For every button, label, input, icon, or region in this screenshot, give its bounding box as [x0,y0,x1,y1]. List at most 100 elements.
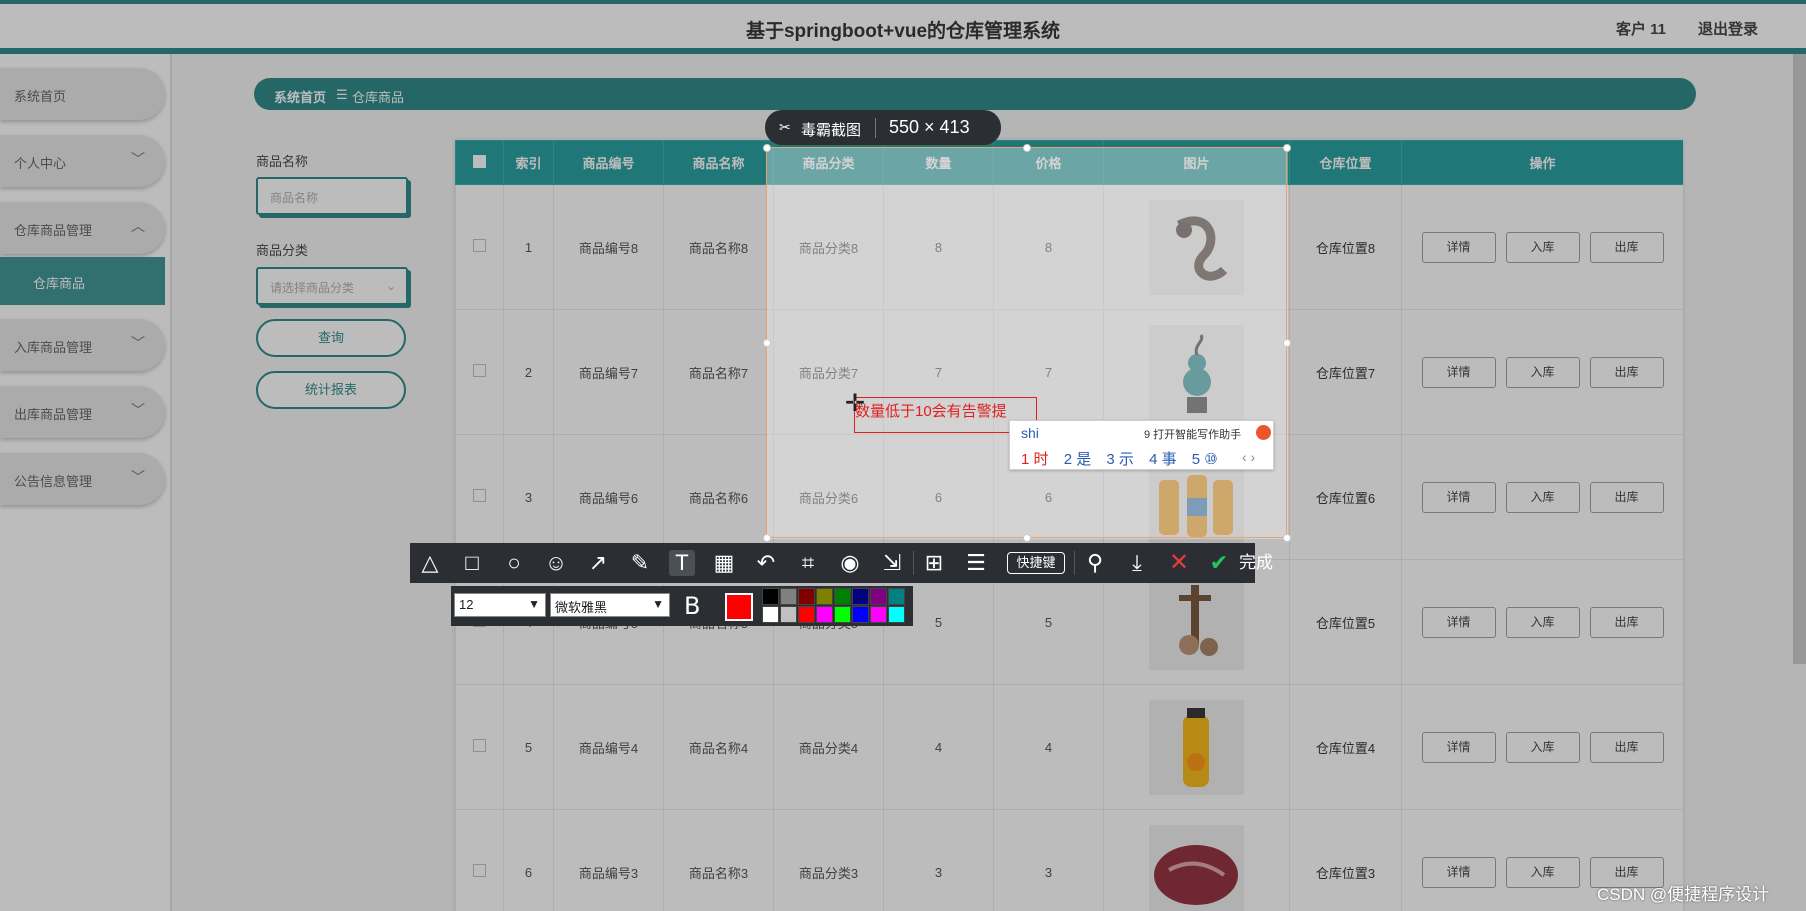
cancel-icon[interactable]: ✕ [1166,550,1192,576]
color-swatch[interactable] [816,606,833,623]
sidebar-item-home[interactable]: 系统首页 [0,68,165,120]
shape-tool-icon[interactable]: △ [417,550,443,576]
undo-icon[interactable]: ↶ [753,550,779,576]
actions-cell: 详情 入库 出库 [1401,684,1683,810]
breadcrumb-current: 仓库商品 [352,90,405,105]
ime-assistant-link[interactable]: 9 打开智能写作助手 [1144,426,1241,442]
color-swatch[interactable] [852,606,869,623]
outbound-button[interactable]: 出库 [1589,481,1664,513]
ime-candidate[interactable]: 2 是 [1064,451,1092,468]
product-image [1149,324,1244,420]
row-select-cell[interactable] [455,684,504,810]
row-select-cell[interactable] [455,184,504,310]
inbound-button[interactable]: 入库 [1505,481,1580,513]
confirm-check-icon[interactable]: ✔ [1206,550,1232,576]
add-capture-icon[interactable]: ⊞ [921,550,947,576]
outbound-button[interactable]: 出库 [1589,231,1664,263]
row-select-cell[interactable] [455,809,504,911]
outbound-button[interactable]: 出库 [1589,356,1664,388]
font-size-select[interactable]: 12 ▼ [454,593,546,617]
ocr-icon[interactable]: ⌗ [795,550,821,576]
breadcrumb-home[interactable]: 系统首页 [274,87,326,106]
color-swatch[interactable] [780,588,797,605]
ime-candidate[interactable]: 3 示 [1106,451,1134,468]
query-button[interactable]: 查询 [256,319,406,357]
row-checkbox[interactable] [473,489,486,502]
row-checkbox[interactable] [473,864,486,877]
name-filter-input[interactable]: 商品名称 [256,177,408,215]
mosaic-tool-icon[interactable]: ▦ [711,550,737,576]
color-swatch[interactable] [798,588,815,605]
inbound-button[interactable]: 入库 [1505,606,1580,638]
row-checkbox[interactable] [473,364,486,377]
row-checkbox[interactable] [473,239,486,252]
detail-button[interactable]: 详情 [1421,356,1496,388]
select-all-cell[interactable] [455,140,504,185]
row-checkbox[interactable] [473,739,486,752]
color-swatch[interactable] [780,606,797,623]
ellipse-tool-icon[interactable]: ○ [501,550,527,576]
scroll-capture-icon[interactable]: ⇲ [879,550,905,576]
row-select-cell[interactable] [455,309,504,435]
color-swatch[interactable] [852,588,869,605]
row-select-cell[interactable] [455,434,504,560]
ime-candidate[interactable]: 1 时 [1021,451,1049,468]
color-swatch[interactable] [834,606,851,623]
color-swatch[interactable] [762,588,779,605]
marker-tool-icon[interactable]: ✎ [627,550,653,576]
sidebar-item-notice[interactable]: 公告信息管理 ﹀ [0,453,165,505]
pin-icon[interactable]: ⚲ [1082,550,1108,576]
shortcut-button[interactable]: 快捷键 [1007,552,1065,574]
color-swatch[interactable] [834,588,851,605]
inbound-button[interactable]: 入库 [1505,731,1580,763]
outbound-button[interactable]: 出库 [1589,731,1664,763]
text-tool-icon[interactable]: T [669,550,695,576]
sidebar-item-warehouse-goods[interactable]: 仓库商品管理 ︿ [0,202,165,254]
color-swatch[interactable] [870,606,887,623]
color-swatch[interactable] [816,588,833,605]
color-swatch[interactable] [888,588,905,605]
outbound-button[interactable]: 出库 [1589,606,1664,638]
detail-button[interactable]: 详情 [1421,481,1496,513]
location-cell: 仓库位置3 [1289,809,1402,911]
select-all-checkbox[interactable] [473,154,486,168]
sidebar-item-personal[interactable]: 个人中心 ﹀ [0,135,165,187]
done-button[interactable]: 完成 [1236,550,1276,576]
font-family-select[interactable]: 微软雅黑 ▼ [550,593,670,617]
rectangle-tool-icon[interactable]: □ [459,550,485,576]
inbound-button[interactable]: 入库 [1505,856,1580,888]
inbound-button[interactable]: 入库 [1505,356,1580,388]
ime-candidate[interactable]: 4 事 [1149,451,1177,468]
emoji-tool-icon[interactable]: ☺ [543,550,569,576]
detail-button[interactable]: 详情 [1421,731,1496,763]
color-swatch[interactable] [888,606,905,623]
download-icon[interactable]: ⤓ [1124,550,1150,576]
name-cell: 商品名称6 [663,434,774,560]
ime-assistant-icon[interactable] [1256,425,1271,440]
logout-link[interactable]: 退出登录 [1698,18,1758,39]
detail-button[interactable]: 详情 [1421,231,1496,263]
report-button[interactable]: 统计报表 [256,371,406,409]
page-scrollbar[interactable] [1793,54,1806,664]
detail-button[interactable]: 详情 [1421,856,1496,888]
product-image [1149,699,1244,795]
inbound-button[interactable]: 入库 [1505,231,1580,263]
record-icon[interactable]: ◉ [837,550,863,576]
current-color-swatch[interactable] [725,593,753,621]
ime-candidate[interactable]: 5 ⑩ [1192,451,1218,468]
text-annotation[interactable]: 数量低于10会有告警提 [855,400,1007,421]
comment-icon[interactable]: ☰ [963,550,989,576]
category-filter-select[interactable]: 请选择商品分类 ⌄ [256,267,408,305]
sidebar-subitem-warehouse-goods[interactable]: 仓库商品 [0,257,165,305]
color-swatch[interactable] [870,588,887,605]
color-swatch[interactable] [762,606,779,623]
arrow-tool-icon[interactable]: ↗ [585,550,611,576]
sidebar-item-inbound[interactable]: 入库商品管理 ﹀ [0,319,165,371]
sidebar-item-outbound[interactable]: 出库商品管理 ﹀ [0,386,165,438]
ime-pager-arrows[interactable]: ‹ › [1242,449,1255,465]
color-swatch[interactable] [798,606,815,623]
image-cell [1103,184,1290,310]
detail-button[interactable]: 详情 [1421,606,1496,638]
bold-toggle[interactable]: B [684,592,700,620]
current-user[interactable]: 客户 11 [1616,18,1666,39]
